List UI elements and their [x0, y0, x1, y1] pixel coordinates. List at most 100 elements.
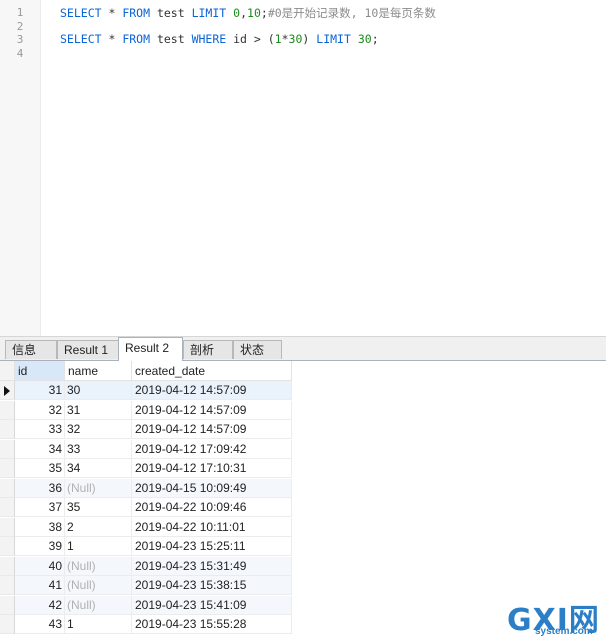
sql-editor[interactable]: 1234 SELECT * FROM test LIMIT 0,10;#0是开始… [0, 0, 606, 337]
cell-created-date[interactable]: 2019-04-12 17:10:31 [132, 459, 292, 478]
table-row[interactable]: 43 1 2019-04-23 15:55:28 [0, 615, 292, 634]
cell-created-date[interactable]: 2019-04-23 15:55:28 [132, 615, 292, 634]
cell-created-date[interactable]: 2019-04-15 10:09:49 [132, 478, 292, 498]
code-token: LIMIT [191, 6, 227, 20]
row-header[interactable] [0, 400, 15, 420]
table-row[interactable]: 31 30 2019-04-12 14:57:09 [0, 381, 292, 400]
code-token: * [101, 6, 123, 20]
code-token: FROM [122, 32, 151, 46]
cell-name[interactable]: (Null) [65, 595, 132, 615]
cell-created-date[interactable]: 2019-04-22 10:09:46 [132, 498, 292, 517]
row-header[interactable] [0, 381, 15, 400]
grid-corner [0, 361, 15, 381]
cell-id[interactable]: 40 [15, 556, 65, 576]
code-token: , [240, 6, 248, 20]
code-token: test [150, 6, 192, 20]
watermark-site: system.com [535, 626, 593, 637]
row-header[interactable] [0, 615, 15, 634]
cell-id[interactable]: 36 [15, 478, 65, 498]
table-row[interactable]: 40 (Null) 2019-04-23 15:31:49 [0, 556, 292, 576]
cell-id[interactable]: 39 [15, 537, 65, 556]
cell-id[interactable]: 32 [15, 400, 65, 420]
cell-name[interactable]: 32 [65, 420, 132, 439]
table-row[interactable]: 35 34 2019-04-12 17:10:31 [0, 459, 292, 478]
code-token: WHERE [191, 32, 227, 46]
row-header[interactable] [0, 537, 15, 556]
table-row[interactable]: 33 32 2019-04-12 14:57:09 [0, 420, 292, 439]
row-header[interactable] [0, 439, 15, 459]
table-row[interactable]: 37 35 2019-04-22 10:09:46 [0, 498, 292, 517]
cell-name[interactable]: 2 [65, 517, 132, 537]
cell-created-date[interactable]: 2019-04-23 15:38:15 [132, 576, 292, 595]
code-token: 30 [288, 32, 303, 46]
code-token: FROM [122, 6, 151, 20]
code-token: ) [302, 32, 317, 46]
cell-created-date[interactable]: 2019-04-23 15:31:49 [132, 556, 292, 576]
table-row[interactable]: 42 (Null) 2019-04-23 15:41:09 [0, 595, 292, 615]
cell-id[interactable]: 34 [15, 439, 65, 459]
cell-name[interactable]: 34 [65, 459, 132, 478]
row-header[interactable] [0, 498, 15, 517]
table-row[interactable]: 36 (Null) 2019-04-15 10:09:49 [0, 478, 292, 498]
code-token: 30 [357, 32, 372, 46]
current-row-pointer-icon [4, 386, 10, 396]
code-token: #0是开始记录数, 10是每页条数 [267, 6, 436, 20]
code-token: test [150, 32, 192, 46]
tab-result-1[interactable]: Result 1 [57, 340, 119, 359]
cell-created-date[interactable]: 2019-04-12 14:57:09 [132, 381, 292, 400]
row-header[interactable] [0, 517, 15, 537]
table-row[interactable]: 39 1 2019-04-23 15:25:11 [0, 537, 292, 556]
cell-created-date[interactable]: 2019-04-23 15:25:11 [132, 537, 292, 556]
cell-id[interactable]: 37 [15, 498, 65, 517]
column-header-name[interactable]: name [65, 361, 132, 381]
result-tabbar: 信息 Result 1 Result 2 剖析 状态 [0, 337, 606, 361]
cell-created-date[interactable]: 2019-04-12 17:09:42 [132, 439, 292, 459]
cell-id[interactable]: 31 [15, 381, 65, 400]
cell-name[interactable]: 30 [65, 381, 132, 400]
line-number-gutter: 1234 [0, 0, 41, 336]
row-header[interactable] [0, 595, 15, 615]
cell-id[interactable]: 38 [15, 517, 65, 537]
code-token: 1 [274, 32, 282, 46]
code-token: SELECT [60, 6, 102, 20]
row-header[interactable] [0, 556, 15, 576]
cell-created-date[interactable]: 2019-04-22 10:11:01 [132, 517, 292, 537]
code-token: SELECT [60, 32, 102, 46]
row-header[interactable] [0, 459, 15, 478]
code-token: LIMIT [316, 32, 351, 46]
tab-status[interactable]: 状态 [233, 340, 282, 359]
tab-profile[interactable]: 剖析 [183, 340, 233, 359]
cell-created-date[interactable]: 2019-04-12 14:57:09 [132, 400, 292, 420]
tab-info[interactable]: 信息 [5, 340, 57, 359]
cell-name[interactable]: (Null) [65, 556, 132, 576]
table-row[interactable]: 38 2 2019-04-22 10:11:01 [0, 517, 292, 537]
table-row[interactable]: 32 31 2019-04-12 14:57:09 [0, 400, 292, 420]
column-header-created-date[interactable]: created_date [132, 361, 292, 381]
cell-name[interactable]: (Null) [65, 478, 132, 498]
cell-id[interactable]: 43 [15, 615, 65, 634]
cell-name[interactable]: 31 [65, 400, 132, 420]
code-line: SELECT * FROM test WHERE id > (1*30) LIM… [60, 32, 379, 46]
cell-created-date[interactable]: 2019-04-12 14:57:09 [132, 420, 292, 439]
cell-id[interactable]: 33 [15, 420, 65, 439]
watermark-logo: GXI网 system.com [505, 597, 605, 641]
code-token: * [281, 32, 289, 46]
line-number: 2 [16, 19, 24, 33]
cell-id[interactable]: 35 [15, 459, 65, 478]
row-header[interactable] [0, 420, 15, 439]
table-row[interactable]: 34 33 2019-04-12 17:09:42 [0, 439, 292, 459]
cell-id[interactable]: 41 [15, 576, 65, 595]
cell-id[interactable]: 42 [15, 595, 65, 615]
column-header-id[interactable]: id [15, 361, 65, 381]
row-header[interactable] [0, 478, 15, 498]
code-token: 10 [247, 6, 261, 20]
cell-name[interactable]: 1 [65, 537, 132, 556]
cell-name[interactable]: 33 [65, 439, 132, 459]
table-row[interactable]: 41 (Null) 2019-04-23 15:38:15 [0, 576, 292, 595]
cell-name[interactable]: 35 [65, 498, 132, 517]
cell-name[interactable]: (Null) [65, 576, 132, 595]
cell-name[interactable]: 1 [65, 615, 132, 634]
cell-created-date[interactable]: 2019-04-23 15:41:09 [132, 595, 292, 615]
row-header[interactable] [0, 576, 15, 595]
tab-result-2[interactable]: Result 2 [118, 337, 183, 361]
